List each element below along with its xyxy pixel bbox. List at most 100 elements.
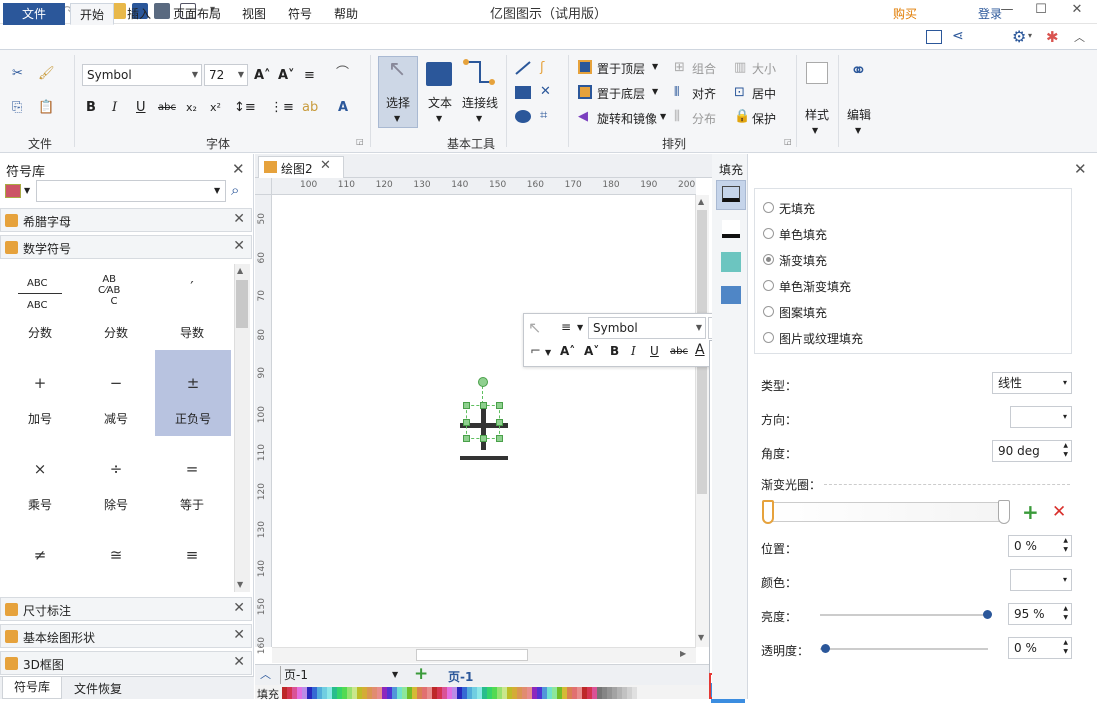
fill-option-label[interactable]: 渐变填充 xyxy=(779,252,827,269)
gradient-stop-right[interactable] xyxy=(998,500,1010,524)
symbol-congruent[interactable]: ≅ xyxy=(78,522,154,592)
scroll-down-icon[interactable]: ▼ xyxy=(237,580,243,589)
close-window-icon[interactable]: ✕ xyxy=(1060,0,1094,22)
grow-font-icon[interactable]: A˄ xyxy=(254,68,271,84)
tab-file-recovery[interactable]: 文件恢复 xyxy=(74,680,122,697)
color-picker[interactable]: ▾ xyxy=(1010,569,1072,591)
type-select[interactable]: 线性 ▾ xyxy=(992,372,1072,394)
resize-handle[interactable] xyxy=(463,402,470,409)
direction-select[interactable]: ▾ xyxy=(1010,406,1072,428)
search-icon[interactable]: ⌕ xyxy=(231,181,239,199)
text-curve-icon[interactable]: ⌒ xyxy=(336,66,349,82)
library-section-math[interactable]: 数学符号 ✕ xyxy=(0,235,252,259)
chevron-down-icon[interactable]: ▼ xyxy=(855,126,861,135)
chevron-down-icon[interactable]: ▼ xyxy=(214,186,220,195)
ellipse-tool-icon[interactable] xyxy=(515,110,531,123)
chevron-down-icon[interactable]: ▼ xyxy=(652,62,658,71)
brightness-slider[interactable] xyxy=(820,614,988,616)
add-stop-icon[interactable]: + xyxy=(1022,500,1039,524)
align-text-icon[interactable]: ≡ xyxy=(304,68,315,84)
mini-font-color-icon[interactable]: A xyxy=(695,342,705,358)
mini-select-icon[interactable]: ↖ xyxy=(528,318,541,337)
library-section-basic-shapes[interactable]: 基本绘图形状 ✕ xyxy=(0,624,252,648)
font-color-icon[interactable]: A xyxy=(338,100,348,116)
chevron-down-icon[interactable]: ▼ xyxy=(392,670,398,679)
menu-start[interactable]: 开始 xyxy=(70,3,115,25)
symbol-divide[interactable]: ÷ 除号 xyxy=(78,436,154,522)
font-dialog-launcher-icon[interactable]: ◲ xyxy=(356,137,364,146)
menu-file[interactable]: 文件 xyxy=(3,3,65,25)
chevron-down-icon[interactable]: ▼ xyxy=(238,65,244,85)
color-palette[interactable] xyxy=(282,687,637,699)
chevron-down-icon[interactable]: ▾ xyxy=(1063,373,1067,393)
chevron-down-icon[interactable]: ▼ xyxy=(652,87,658,96)
bold-icon[interactable]: B xyxy=(86,100,96,116)
spinner-arrows-icon[interactable]: ▲ ▼ xyxy=(1063,604,1068,622)
chevron-down-icon[interactable]: ▼ xyxy=(660,112,666,121)
chevron-down-icon[interactable]: ▾ xyxy=(1063,407,1067,427)
transparency-spinner[interactable]: 0 % ▲ ▼ xyxy=(1008,637,1072,659)
paste-icon[interactable]: 📋 xyxy=(38,100,54,116)
close-section-icon[interactable]: ✕ xyxy=(233,600,245,616)
symbol-plus-minus[interactable]: ± 正负号 xyxy=(155,350,231,436)
symbol-plus[interactable]: + 加号 xyxy=(2,350,78,436)
mini-italic-icon[interactable]: I xyxy=(631,344,636,358)
send-back-icon[interactable] xyxy=(578,85,592,99)
transparency-slider-thumb[interactable] xyxy=(821,644,830,653)
align-icon[interactable]: ⫴ xyxy=(674,85,679,101)
scroll-up-icon[interactable]: ▲ xyxy=(237,266,243,275)
chevron-down-icon[interactable]: ▼ xyxy=(812,126,818,135)
distribute-icon[interactable]: ⫼ xyxy=(674,109,680,125)
close-section-icon[interactable]: ✕ xyxy=(233,627,245,643)
add-page-icon[interactable]: + xyxy=(414,664,428,684)
symbol-derivative[interactable]: ′ 导数 xyxy=(154,264,230,350)
edit-label[interactable]: 编辑 xyxy=(842,106,876,123)
color-swatch[interactable] xyxy=(632,687,637,699)
share-doc-icon[interactable] xyxy=(926,30,942,44)
cut-icon[interactable]: ✂ xyxy=(12,66,23,82)
italic-icon[interactable]: I xyxy=(112,100,117,116)
mini-underline-icon[interactable]: U xyxy=(650,344,659,358)
library-menu-icon[interactable] xyxy=(5,184,21,198)
fill-option-label[interactable]: 图案填充 xyxy=(779,304,827,321)
library-section-3d-block[interactable]: 3D框图 ✕ xyxy=(0,651,252,675)
chevron-down-icon[interactable]: ▼ xyxy=(394,114,400,123)
fill-option-label[interactable]: 单色填充 xyxy=(779,226,827,243)
picture-icon[interactable] xyxy=(721,286,741,304)
resize-handle[interactable] xyxy=(496,402,503,409)
fill-option-radio[interactable] xyxy=(763,332,774,343)
transparency-slider[interactable] xyxy=(820,648,988,650)
library-section-dimension[interactable]: 尺寸标注 ✕ xyxy=(0,597,252,621)
center-icon[interactable]: ⊡ xyxy=(734,85,745,101)
close-section-icon[interactable]: ✕ xyxy=(233,654,245,670)
highlight-icon[interactable]: ab xyxy=(302,100,318,116)
login-link[interactable]: 登录 xyxy=(969,3,1011,25)
chevron-down-icon[interactable]: ▼ xyxy=(577,323,583,332)
position-spinner[interactable]: 0 % ▲ ▼ xyxy=(1008,535,1072,557)
chevron-down-icon[interactable]: ▼ xyxy=(24,186,30,195)
mini-shrink-font-icon[interactable]: A˅ xyxy=(584,344,599,358)
close-section-icon[interactable]: ✕ xyxy=(233,238,245,254)
fill-option-radio[interactable] xyxy=(763,280,774,291)
close-library-icon[interactable]: ✕ xyxy=(232,160,245,178)
canvas-hscroll-thumb[interactable] xyxy=(416,649,528,661)
brightness-slider-thumb[interactable] xyxy=(983,610,992,619)
scroll-down-icon[interactable]: ▼ xyxy=(698,633,704,642)
chevron-down-icon[interactable]: ▼ xyxy=(476,114,482,123)
superscript-icon[interactable]: x² xyxy=(210,100,221,116)
menu-page-layout[interactable]: 页面布局 xyxy=(164,3,230,25)
send-back-label[interactable]: 置于底层 xyxy=(597,85,645,102)
binoculars-icon[interactable]: ⚭ xyxy=(850,60,867,80)
angle-spinner[interactable]: 90 deg ▲ ▼ xyxy=(992,440,1072,462)
chevron-down-icon[interactable]: ▾ xyxy=(1063,570,1067,590)
page-select[interactable]: 页-1 xyxy=(280,666,400,684)
symbol-equals[interactable]: = 等于 xyxy=(154,436,230,522)
text-tool-label[interactable]: 文本 xyxy=(420,94,460,111)
resize-handle[interactable] xyxy=(463,419,470,426)
line-spacing-icon[interactable]: ↕≡ xyxy=(234,100,256,116)
fill-option-radio[interactable] xyxy=(763,254,774,265)
symbol-not-equal[interactable]: ≠ xyxy=(2,522,78,592)
fill-option-radio[interactable] xyxy=(763,228,774,239)
chevron-down-icon[interactable]: ▼ xyxy=(436,114,442,123)
shadow-icon[interactable] xyxy=(721,252,741,272)
